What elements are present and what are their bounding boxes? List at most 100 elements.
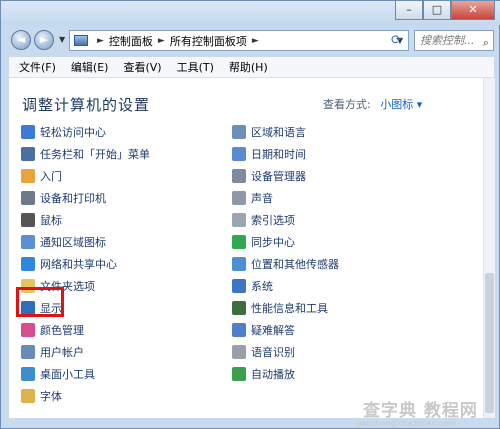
vertical-scrollbar[interactable]: [483, 78, 495, 418]
menu-view[interactable]: 查看(V): [118, 59, 166, 75]
cp-item-label: 性能信息和工具: [251, 302, 328, 315]
cp-item[interactable]: 性能信息和工具: [232, 299, 328, 317]
cp-item[interactable]: 语音识别: [232, 343, 295, 361]
cp-item[interactable]: 声音: [232, 189, 273, 207]
fonts-icon: [21, 389, 35, 403]
date-time-icon: [232, 147, 246, 161]
location-sensors-icon: [232, 257, 246, 271]
system-icon: [232, 279, 246, 293]
cp-item[interactable]: 系统: [232, 277, 273, 295]
cp-item[interactable]: 鼠标: [21, 211, 62, 229]
cp-item[interactable]: 字体: [21, 387, 62, 405]
watermark-url: jiaocheng.chazidian.com: [357, 419, 457, 428]
sound-icon: [232, 191, 246, 205]
cp-item[interactable]: 通知区域图标: [21, 233, 106, 251]
desktop-gadgets-icon: [21, 367, 35, 381]
recent-pages-dropdown-icon[interactable]: ▼: [59, 35, 65, 44]
cp-item-label: 疑难解答: [251, 324, 295, 337]
breadcrumb-all-items[interactable]: 所有控制面板项: [170, 33, 247, 49]
mouse-icon: [21, 213, 35, 227]
cp-item[interactable]: 疑难解答: [232, 321, 295, 339]
address-bar[interactable]: ► 控制面板 ► 所有控制面板项 ► ▼: [69, 30, 409, 51]
cp-item-label: 颜色管理: [40, 324, 84, 337]
cp-item-label: 通知区域图标: [40, 236, 106, 249]
title-bar: – □ ✕: [1, 1, 500, 25]
cp-item-label: 语音识别: [251, 346, 295, 359]
cp-item-label: 字体: [40, 390, 62, 403]
refresh-icon[interactable]: ⟳: [391, 33, 402, 48]
cp-item[interactable]: 设备管理器: [232, 167, 306, 185]
menu-help[interactable]: 帮助(H): [224, 59, 273, 75]
caption-buttons: – □ ✕: [395, 1, 495, 20]
cp-item[interactable]: 日期和时间: [232, 145, 306, 163]
cp-item-label: 用户帐户: [40, 346, 84, 359]
view-by: 查看方式: 小图标 ▾: [323, 96, 422, 112]
cp-item-label: 入门: [40, 170, 62, 183]
sync-center-icon: [232, 235, 246, 249]
menu-tools[interactable]: 工具(T): [172, 59, 219, 75]
cp-item[interactable]: 位置和其他传感器: [232, 255, 339, 273]
cp-item[interactable]: 轻松访问中心: [21, 123, 106, 141]
cp-item[interactable]: 用户帐户: [21, 343, 84, 361]
ease-of-access-icon: [21, 125, 35, 139]
performance-icon: [232, 301, 246, 315]
page-title: 调整计算机的设置: [22, 96, 151, 114]
cp-item[interactable]: 颜色管理: [21, 321, 84, 339]
cp-item-label: 轻松访问中心: [40, 126, 106, 139]
menu-file[interactable]: 文件(F): [14, 59, 61, 75]
forward-button[interactable]: ►: [34, 30, 54, 50]
search-input[interactable]: 搜索控制... ⌕: [414, 30, 494, 51]
minimize-button[interactable]: –: [395, 1, 423, 20]
cp-item-label: 索引选项: [251, 214, 295, 227]
cp-item-label: 日期和时间: [251, 148, 306, 161]
highlight-box: [16, 287, 64, 317]
control-panel-folder-icon: [74, 35, 88, 46]
cp-item-label: 声音: [251, 192, 273, 205]
getting-started-icon: [21, 169, 35, 183]
indexing-options-icon: [232, 213, 246, 227]
cp-item-label: 设备和打印机: [40, 192, 106, 205]
watermark-text: 查字典 教程网: [363, 401, 478, 421]
cp-item-label: 自动播放: [251, 368, 295, 381]
menu-bar: 文件(F) 编辑(E) 查看(V) 工具(T) 帮助(H): [9, 57, 494, 78]
cp-item[interactable]: 区域和语言: [232, 123, 306, 141]
breadcrumb-control-panel[interactable]: 控制面板: [109, 33, 153, 49]
cp-item-label: 系统: [251, 280, 273, 293]
user-accounts-icon: [21, 345, 35, 359]
view-by-dropdown[interactable]: 小图标 ▾: [380, 98, 422, 111]
menu-edit[interactable]: 编辑(E): [66, 59, 114, 75]
scrollbar-thumb[interactable]: [485, 273, 494, 413]
cp-item-label: 位置和其他传感器: [251, 258, 339, 271]
breadcrumb-separator-icon[interactable]: ►: [97, 36, 104, 46]
back-button[interactable]: ◄: [11, 30, 31, 50]
devices-printers-icon: [21, 191, 35, 205]
device-manager-icon: [232, 169, 246, 183]
autoplay-icon: [232, 367, 246, 381]
cp-item[interactable]: 索引选项: [232, 211, 295, 229]
breadcrumb-separator-icon[interactable]: ►: [158, 36, 165, 46]
cp-item-label: 区域和语言: [251, 126, 306, 139]
taskbar-icon: [21, 147, 35, 161]
maximize-button[interactable]: □: [423, 1, 451, 20]
cp-item-label: 设备管理器: [251, 170, 306, 183]
cp-item[interactable]: 同步中心: [232, 233, 295, 251]
breadcrumb-separator-icon[interactable]: ►: [252, 36, 259, 46]
cp-item[interactable]: 入门: [21, 167, 62, 185]
window-frame: – □ ✕ ◄ ► ▼ ► 控制面板 ► 所有控制面板项 ► ▼ ⟳ 搜索控制.…: [0, 0, 500, 429]
cp-item-label: 任务栏和「开始」菜单: [40, 148, 150, 161]
speech-recognition-icon: [232, 345, 246, 359]
cp-item[interactable]: 网络和共享中心: [21, 255, 117, 273]
cp-item[interactable]: 任务栏和「开始」菜单: [21, 145, 150, 163]
cp-item-label: 网络和共享中心: [40, 258, 117, 271]
cp-item-label: 同步中心: [251, 236, 295, 249]
search-icon[interactable]: ⌕: [483, 33, 489, 52]
region-language-icon: [232, 125, 246, 139]
cp-item[interactable]: 设备和打印机: [21, 189, 106, 207]
navigation-bar: ◄ ► ▼ ► 控制面板 ► 所有控制面板项 ► ▼ ⟳ 搜索控制... ⌕: [1, 25, 500, 55]
close-button[interactable]: ✕: [451, 1, 495, 20]
cp-item-label: 桌面小工具: [40, 368, 95, 381]
cp-item-label: 鼠标: [40, 214, 62, 227]
cp-item[interactable]: 桌面小工具: [21, 365, 95, 383]
cp-item[interactable]: 自动播放: [232, 365, 295, 383]
troubleshooting-icon: [232, 323, 246, 337]
